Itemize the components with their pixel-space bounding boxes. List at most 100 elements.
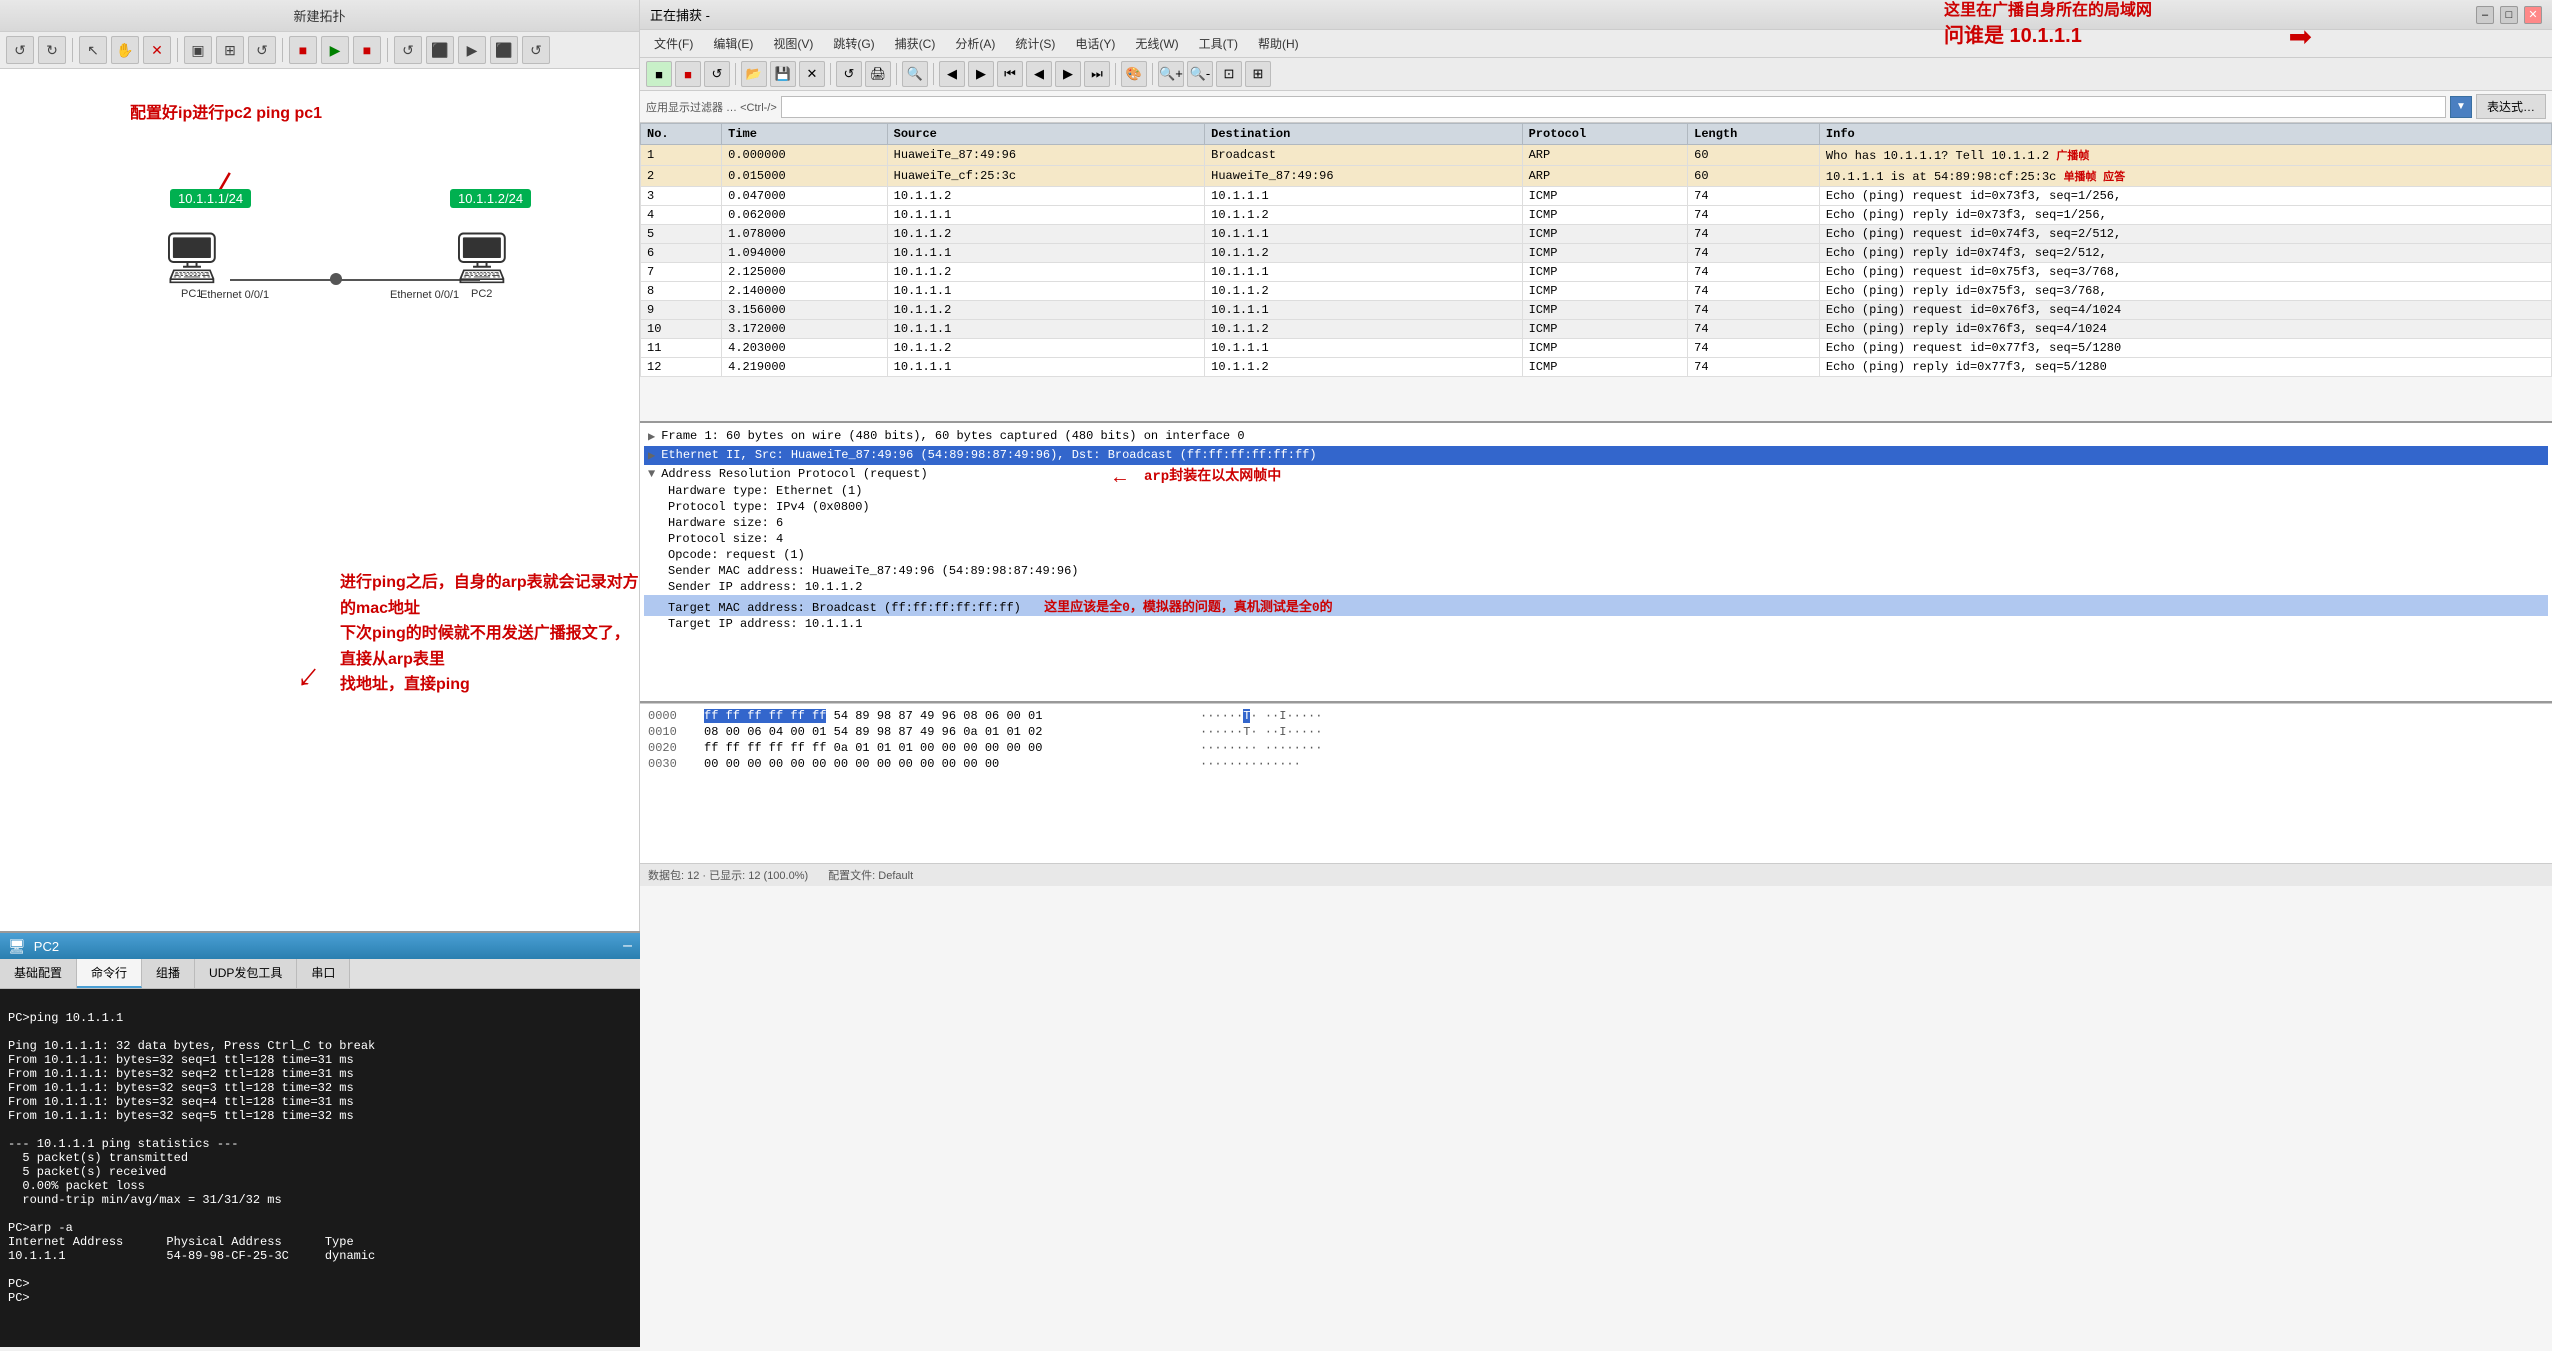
menu-stats[interactable]: 统计(S) bbox=[1005, 32, 1065, 55]
packet-list[interactable]: No. Time Source Destination Protocol Len… bbox=[640, 123, 2552, 423]
table-row[interactable]: 93.15600010.1.1.210.1.1.1ICMP74Echo (pin… bbox=[641, 301, 2552, 320]
sep4 bbox=[387, 38, 388, 62]
sep3 bbox=[282, 38, 283, 62]
target-mac-annotation: 这里应该是全0，模拟器的问题，真机测试是全0的 bbox=[1044, 600, 1333, 615]
delete-btn[interactable]: ✕ bbox=[143, 36, 171, 64]
stop2-btn[interactable]: ■ bbox=[353, 36, 381, 64]
table-row[interactable]: 10.000000HuaweiTe_87:49:96BroadcastARP60… bbox=[641, 145, 2552, 166]
sep1 bbox=[72, 38, 73, 62]
tab-basic[interactable]: 基础配置 bbox=[0, 959, 77, 988]
resize-columns-btn[interactable]: ⊞ bbox=[1245, 61, 1271, 87]
minimize-btn[interactable]: – bbox=[2476, 6, 2494, 24]
menu-capture[interactable]: 捕获(C) bbox=[885, 32, 946, 55]
grid-btn[interactable]: ⊞ bbox=[216, 36, 244, 64]
go-prev-btn[interactable]: ◀ bbox=[1026, 61, 1052, 87]
pc2-minimize-btn[interactable]: – bbox=[623, 937, 632, 955]
go-last-btn[interactable]: ⏭ bbox=[1084, 61, 1110, 87]
arp-annotation: arp封装在以太网帧中 bbox=[1144, 465, 1281, 485]
col-time: Time bbox=[722, 124, 888, 145]
broadcast-arrow: ➡ bbox=[2289, 20, 2312, 53]
colorize-btn[interactable]: 🎨 bbox=[1121, 61, 1147, 87]
select-btn[interactable]: ↖ bbox=[79, 36, 107, 64]
filter-dropdown-btn[interactable]: ▼ bbox=[2450, 96, 2472, 118]
menu-view[interactable]: 视图(V) bbox=[763, 32, 823, 55]
capture5-btn[interactable]: ↺ bbox=[522, 36, 550, 64]
col-dest: Destination bbox=[1205, 124, 1522, 145]
detail-frame[interactable]: ▶ Frame 1: 60 bytes on wire (480 bits), … bbox=[644, 427, 2548, 446]
restart-capture-btn[interactable]: ↺ bbox=[704, 61, 730, 87]
table-row[interactable]: 40.06200010.1.1.110.1.1.2ICMP74Echo (pin… bbox=[641, 206, 2552, 225]
expand-icon-eth: ▶ bbox=[648, 448, 655, 463]
go-first-btn[interactable]: ⏮ bbox=[997, 61, 1023, 87]
status-packets: 数据包: 12 · 已显示: 12 (100.0%) bbox=[648, 867, 808, 883]
menu-wireless[interactable]: 无线(W) bbox=[1125, 32, 1188, 55]
capture-btn[interactable]: ↺ bbox=[394, 36, 422, 64]
arp-hw-type: Hardware type: Ethernet (1) bbox=[644, 483, 2548, 499]
menu-phone[interactable]: 电话(Y) bbox=[1065, 32, 1125, 55]
play-btn[interactable]: ▶ bbox=[321, 36, 349, 64]
find-btn[interactable]: 🔍 bbox=[902, 61, 928, 87]
hand-btn[interactable]: ✋ bbox=[111, 36, 139, 64]
detail-arp[interactable]: ▼ Address Resolution Protocol (request) … bbox=[644, 465, 2548, 483]
menu-file[interactable]: 文件(F) bbox=[644, 32, 703, 55]
zoom-in-btn[interactable]: 🔍+ bbox=[1158, 61, 1184, 87]
device-pc2[interactable]: 🖥 PC2 bbox=[450, 229, 513, 300]
menu-goto[interactable]: 跳转(G) bbox=[823, 32, 884, 55]
menu-analyze[interactable]: 分析(A) bbox=[945, 32, 1005, 55]
reload-btn[interactable]: ↺ bbox=[836, 61, 862, 87]
menu-edit[interactable]: 编辑(E) bbox=[703, 32, 763, 55]
menu-help[interactable]: 帮助(H) bbox=[1248, 32, 1309, 55]
table-row[interactable]: 72.12500010.1.1.210.1.1.1ICMP74Echo (pin… bbox=[641, 263, 2552, 282]
hex-row-0030: 0030 00 00 00 00 00 00 00 00 00 00 00 00… bbox=[644, 756, 2548, 772]
undo-btn[interactable]: ↺ bbox=[6, 36, 34, 64]
tab-serial[interactable]: 串口 bbox=[297, 959, 350, 988]
table-row[interactable]: 82.14000010.1.1.110.1.1.2ICMP74Echo (pin… bbox=[641, 282, 2552, 301]
menu-tools[interactable]: 工具(T) bbox=[1189, 32, 1248, 55]
refresh-btn[interactable]: ↺ bbox=[248, 36, 276, 64]
maximize-btn[interactable]: □ bbox=[2500, 6, 2518, 24]
close-file-btn[interactable]: ✕ bbox=[799, 61, 825, 87]
stop-capture-btn[interactable]: ■ bbox=[675, 61, 701, 87]
topology-toolbar: ↺ ↻ ↖ ✋ ✕ ▣ ⊞ ↺ ■ ▶ ■ ↺ ⬛ ▶ ⬛ ↺ bbox=[0, 32, 639, 69]
capture4-btn[interactable]: ⬛ bbox=[490, 36, 518, 64]
network-cable bbox=[230, 279, 480, 281]
packet-detail[interactable]: ▶ Frame 1: 60 bytes on wire (480 bits), … bbox=[640, 423, 2552, 703]
table-row[interactable]: 51.07800010.1.1.210.1.1.1ICMP74Echo (pin… bbox=[641, 225, 2552, 244]
table-row[interactable]: 103.17200010.1.1.110.1.1.2ICMP74Echo (pi… bbox=[641, 320, 2552, 339]
tab-multicast[interactable]: 组播 bbox=[142, 959, 195, 988]
go-back-btn[interactable]: ◀ bbox=[939, 61, 965, 87]
table-row[interactable]: 30.04700010.1.1.210.1.1.1ICMP74Echo (pin… bbox=[641, 187, 2552, 206]
ws-toolbar: ■ ■ ↺ 📂 💾 ✕ ↺ 🖨 🔍 ◀ ▶ ⏮ ◀ ▶ ⏭ 🎨 🔍+ 🔍- ⊡ … bbox=[640, 58, 2552, 91]
tab-cmdline[interactable]: 命令行 bbox=[77, 959, 142, 988]
redo-btn[interactable]: ↻ bbox=[38, 36, 66, 64]
hex-dump[interactable]: 0000 ff ff ff ff ff ff 54 89 98 87 49 96… bbox=[640, 703, 2552, 863]
arp-target-ip: Target IP address: 10.1.1.1 bbox=[644, 616, 2548, 632]
zoom-out-btn[interactable]: 🔍- bbox=[1187, 61, 1213, 87]
close-btn[interactable]: ✕ bbox=[2524, 6, 2542, 24]
hex-offset: 0030 bbox=[648, 757, 688, 771]
pc2-tabs: 基础配置 命令行 组播 UDP发包工具 串口 bbox=[0, 959, 640, 989]
tab-udp[interactable]: UDP发包工具 bbox=[195, 959, 297, 988]
table-row[interactable]: 114.20300010.1.1.210.1.1.1ICMP74Echo (pi… bbox=[641, 339, 2552, 358]
rect-btn[interactable]: ▣ bbox=[184, 36, 212, 64]
ip-label-right: 10.1.1.2/24 bbox=[450, 189, 531, 208]
terminal-output[interactable]: PC>ping 10.1.1.1 Ping 10.1.1.1: 32 data … bbox=[0, 989, 640, 1347]
open-btn[interactable]: 📂 bbox=[741, 61, 767, 87]
hex-ascii: ······T· ··I····· bbox=[1200, 709, 1322, 723]
table-row[interactable]: 124.21900010.1.1.110.1.1.2ICMP74Echo (pi… bbox=[641, 358, 2552, 377]
start-capture-btn[interactable]: ■ bbox=[646, 61, 672, 87]
stop-btn[interactable]: ■ bbox=[289, 36, 317, 64]
table-row[interactable]: 20.015000HuaweiTe_cf:25:3cHuaweiTe_87:49… bbox=[641, 166, 2552, 187]
go-next-btn[interactable]: ▶ bbox=[1055, 61, 1081, 87]
filter-expr-btn[interactable]: 表达式… bbox=[2476, 94, 2546, 119]
save-btn[interactable]: 💾 bbox=[770, 61, 796, 87]
zoom-reset-btn[interactable]: ⊡ bbox=[1216, 61, 1242, 87]
filter-input[interactable] bbox=[781, 96, 2446, 118]
go-fwd-btn[interactable]: ▶ bbox=[968, 61, 994, 87]
capture2-btn[interactable]: ⬛ bbox=[426, 36, 454, 64]
table-row[interactable]: 61.09400010.1.1.110.1.1.2ICMP74Echo (pin… bbox=[641, 244, 2552, 263]
detail-ethernet[interactable]: ▶ Ethernet II, Src: HuaweiTe_87:49:96 (5… bbox=[644, 446, 2548, 465]
print-btn[interactable]: 🖨 bbox=[865, 61, 891, 87]
capture3-btn[interactable]: ▶ bbox=[458, 36, 486, 64]
ws-filter-bar: 应用显示过滤器 … <Ctrl-/> ▼ 表达式… bbox=[640, 91, 2552, 123]
